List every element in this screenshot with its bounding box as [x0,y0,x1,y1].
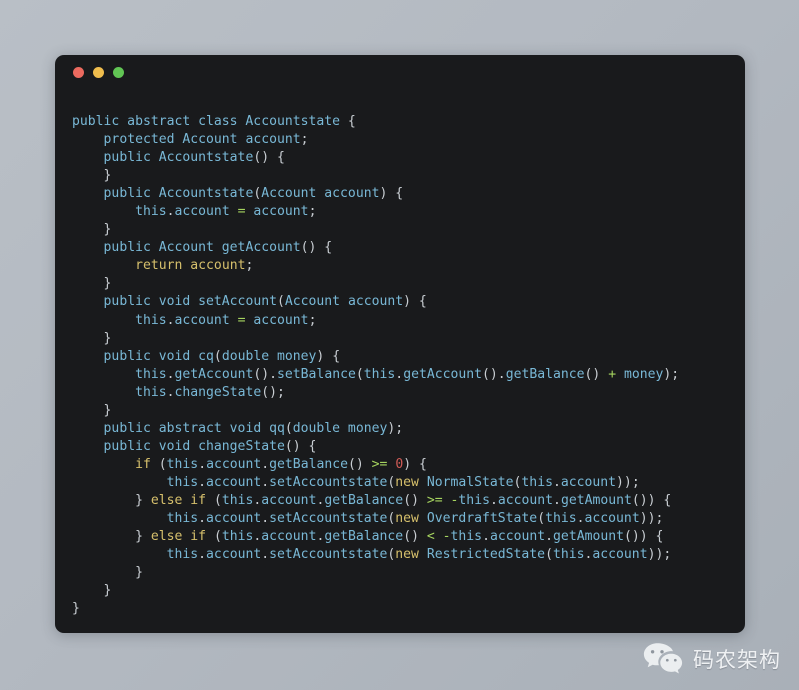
maximize-window-dot[interactable] [113,67,124,78]
code-snippet-window: public abstract class Accountstate { pro… [55,55,745,633]
minimize-window-dot[interactable] [93,67,104,78]
watermark-label: 码农架构 [693,648,781,672]
window-titlebar [55,55,745,90]
java-code-block[interactable]: public abstract class Accountstate { pro… [55,113,745,618]
close-window-dot[interactable] [73,67,84,78]
watermark: 码农架构 [643,642,781,676]
wechat-icon [643,642,683,676]
code-body: public abstract class Accountstate { pro… [55,90,745,618]
